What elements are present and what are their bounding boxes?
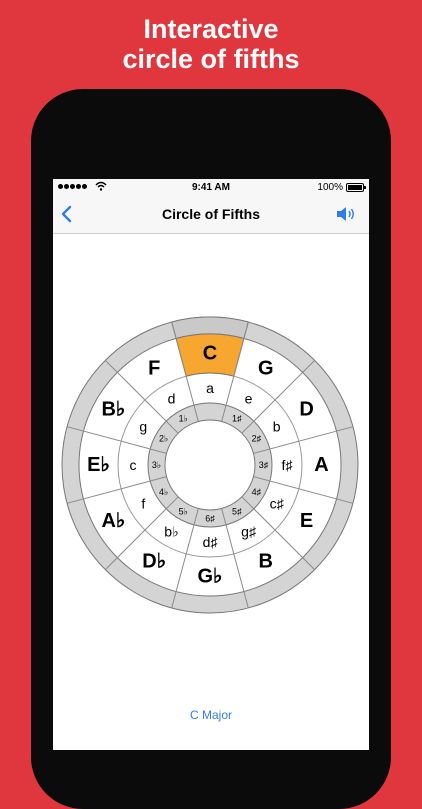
major-key-label: C — [203, 343, 217, 365]
key-signature-label: 1♯ — [232, 414, 242, 424]
circle-of-fifths[interactable]: Ca Ge1♯ Db 2♯ Af♯ 3♯ Ec♯ 4♯ Bg♯ 5♯ G♭ d♯ 6♯ D♭ b♭5♭ A♭ f… — [53, 179, 369, 750]
minor-key-label: c — [130, 457, 137, 473]
key-signature-label: 1♭ — [179, 414, 188, 424]
center-hole — [164, 419, 256, 511]
app-screen: 9:41 AM 100% Circle of Fifths Ca Ge 1♯ Db 2♯… — [53, 179, 369, 750]
minor-key-label: d♯ — [203, 534, 219, 550]
major-key-label: E♭ — [87, 454, 110, 476]
key-signature-label: 3♭ — [152, 460, 161, 470]
minor-key-label: d — [168, 390, 176, 406]
major-key-label: B — [259, 551, 273, 573]
selected-key-label[interactable]: C Major — [53, 708, 369, 722]
major-key-label: B♭ — [101, 398, 125, 420]
minor-key-label: b♭ — [164, 524, 178, 540]
key-signature-label: 2♯ — [252, 433, 262, 443]
major-key-label: D♭ — [142, 551, 166, 573]
key-signature-label: 4♭ — [159, 487, 168, 497]
major-key-label: D — [299, 398, 313, 420]
minor-key-label: f♯ — [282, 457, 294, 473]
promo-line-1: Interactive — [143, 14, 279, 44]
major-key-label: G — [258, 357, 274, 379]
minor-key-label: g — [139, 419, 147, 435]
promo-headline: Interactive circle of fifths — [0, 14, 422, 74]
key-signature-label: 4♯ — [252, 487, 262, 497]
minor-key-label: b — [273, 419, 281, 435]
minor-key-label: f — [141, 496, 145, 512]
key-signature-label: 3♯ — [259, 460, 269, 470]
promo-line-2: circle of fifths — [122, 44, 300, 74]
minor-key-label: g♯ — [241, 524, 257, 540]
minor-key-label: e — [245, 390, 253, 406]
key-signature-label: 2♭ — [159, 433, 168, 443]
key-signature-label: 5♯ — [232, 506, 242, 516]
major-key-label: A♭ — [101, 510, 125, 532]
minor-key-label: c♯ — [270, 496, 285, 512]
key-signature-label: 6♯ — [205, 514, 215, 524]
major-key-label: G♭ — [198, 566, 223, 588]
major-key-label: F — [148, 357, 160, 379]
major-key-label: E — [300, 510, 313, 532]
major-key-label: A — [314, 454, 328, 476]
minor-key-label: a — [206, 380, 214, 396]
key-signature-label: 5♭ — [179, 506, 188, 516]
